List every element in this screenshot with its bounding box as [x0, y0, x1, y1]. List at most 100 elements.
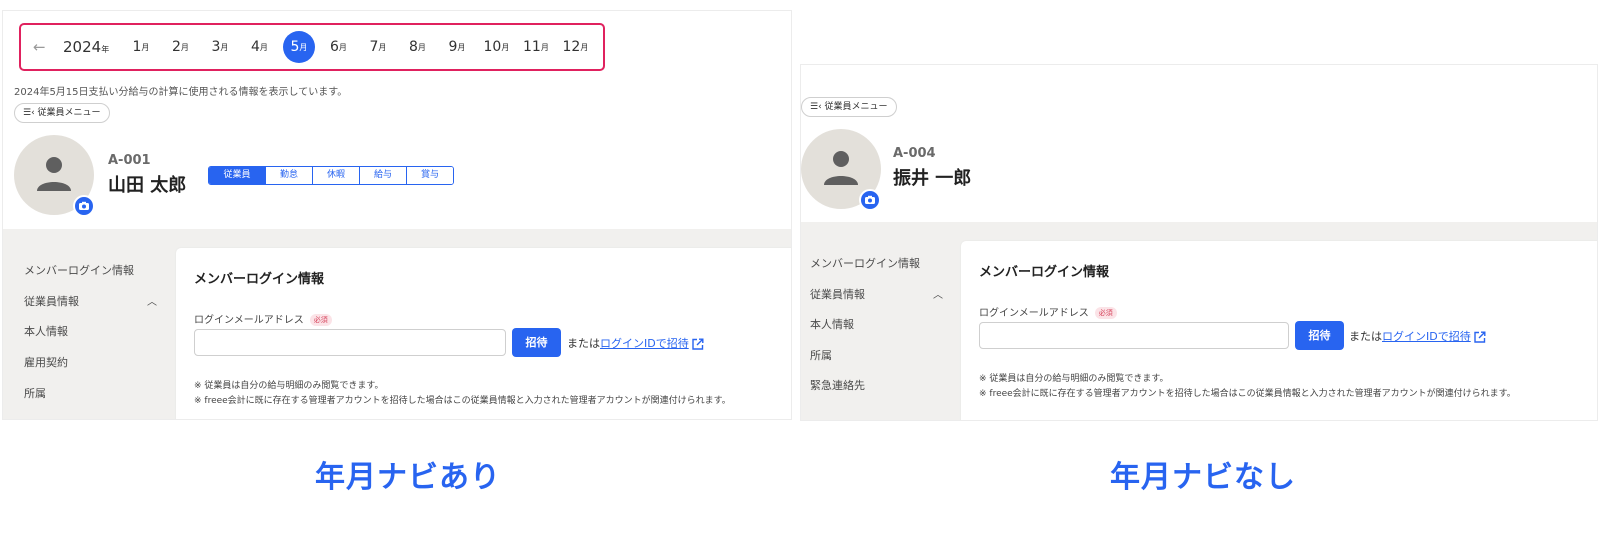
- nav-month-unit: 月: [141, 42, 150, 52]
- nav-month-unit: 月: [180, 42, 189, 52]
- year-month-nav: ← 2024年 1月 2月 3月 4月 5月 6月 7月 8月 9月 10 月 1…: [19, 23, 605, 71]
- tab-salary[interactable]: 給与: [359, 167, 406, 184]
- panel-with-year-month-nav: ← 2024年 1月 2月 3月 4月 5月 6月 7月 8月 9月 10 月 1…: [2, 10, 792, 420]
- email-label-text: ログインメールアドレス: [979, 308, 1089, 319]
- login-id-invite: またはログインIDで招待: [1349, 328, 1486, 344]
- nav-month-1[interactable]: 1月: [121, 31, 161, 63]
- sidebar-item-employee-info[interactable]: 従業員情報: [810, 286, 865, 302]
- email-input[interactable]: [979, 322, 1289, 349]
- tab-leave[interactable]: 休暇: [312, 167, 359, 184]
- employee-name: 山田 太郎: [108, 175, 187, 196]
- nav-month-unit: 月: [457, 42, 466, 52]
- login-id-invite-link[interactable]: ログインIDで招待: [1382, 330, 1471, 343]
- sidebar-item-employment-contract[interactable]: 雇用契約: [24, 354, 68, 370]
- email-label-text: ログインメールアドレス: [194, 315, 304, 326]
- nav-month-value: 12: [562, 39, 581, 55]
- nav-month-2[interactable]: 2月: [161, 31, 201, 63]
- nav-month-value: 5: [290, 39, 300, 55]
- sidebar-item-personal-info[interactable]: 本人情報: [24, 323, 68, 339]
- sidebar-item-department[interactable]: 所属: [810, 347, 832, 363]
- person-icon: [37, 157, 71, 191]
- field-label-email: ログインメールアドレス 必須: [194, 311, 332, 326]
- payroll-period-description: 2024年5月15日支払い分給与の計算に使用される情報を表示しています。: [14, 87, 348, 98]
- nav-month-value: 6: [329, 39, 339, 55]
- panel-without-year-month-nav: ☰‹ 従業員メニュー A-004 振井 一郎 メンバーログイン情報 従業員情報 …: [800, 64, 1598, 421]
- employee-menu-button[interactable]: ☰‹ 従業員メニュー: [14, 103, 110, 123]
- nav-year[interactable]: 2024年: [63, 38, 109, 56]
- nav-month-unit: 月: [299, 42, 308, 52]
- chevron-up-icon[interactable]: ︿: [147, 293, 157, 308]
- note-admin-link: ※ freee会計に既に存在する管理者アカウントを招待した場合はこの従業員情報と…: [194, 396, 731, 406]
- tab-attendance[interactable]: 勤怠: [265, 167, 312, 184]
- required-badge: 必須: [1094, 307, 1117, 319]
- nav-month-12[interactable]: 12 月: [556, 31, 596, 63]
- member-login-card: メンバーログイン情報 ログインメールアドレス 必須 招待 またはログインIDで招待…: [176, 248, 791, 419]
- employee-menu-button[interactable]: ☰‹ 従業員メニュー: [801, 97, 897, 117]
- chevron-up-icon[interactable]: ︿: [933, 286, 943, 301]
- nav-month-value: 10: [483, 39, 502, 55]
- sidebar-item-employee-info[interactable]: 従業員情報: [24, 293, 79, 309]
- sidebar-item-personal-info[interactable]: 本人情報: [810, 316, 854, 332]
- nav-month-unit: 月: [220, 42, 229, 52]
- nav-month-unit: 月: [259, 42, 268, 52]
- employee-name: 振井 一郎: [893, 168, 972, 189]
- nav-month-5-active[interactable]: 5月: [282, 31, 315, 63]
- login-id-invite: またはログインIDで招待: [567, 335, 704, 351]
- invite-button[interactable]: 招待: [1295, 321, 1344, 350]
- login-id-invite-link[interactable]: ログインIDで招待: [600, 337, 689, 350]
- nav-month-11[interactable]: 11 月: [516, 31, 556, 63]
- nav-month-7[interactable]: 7月: [358, 31, 398, 63]
- or-text: または: [567, 337, 600, 350]
- member-login-card: メンバーログイン情報 ログインメールアドレス 必須 招待 またはログインIDで招待…: [961, 241, 1597, 420]
- nav-month-value: 9: [448, 39, 458, 55]
- external-link-icon[interactable]: [1473, 331, 1486, 344]
- nav-month-unit: 月: [540, 42, 549, 52]
- nav-month-value: 4: [250, 39, 260, 55]
- camera-icon[interactable]: [73, 195, 95, 217]
- nav-month-unit: 月: [580, 42, 589, 52]
- caption-without-nav: 年月ナビなし: [1110, 460, 1296, 495]
- field-label-email: ログインメールアドレス 必須: [979, 304, 1117, 319]
- person-icon: [824, 151, 858, 185]
- nav-month-6[interactable]: 6月: [319, 31, 359, 63]
- camera-icon[interactable]: [859, 189, 881, 211]
- note-admin-link: ※ freee会計に既に存在する管理者アカウントを招待した場合はこの従業員情報と…: [979, 389, 1516, 399]
- nav-month-3[interactable]: 3月: [200, 31, 240, 63]
- nav-month-unit: 月: [417, 42, 426, 52]
- tab-bonus[interactable]: 賞与: [406, 167, 453, 184]
- nav-month-value: 1: [132, 39, 142, 55]
- nav-month-value: 7: [369, 39, 379, 55]
- note-payslip: ※ 従業員は自分の給与明細のみ閲覧できます。: [979, 374, 1169, 384]
- nav-month-unit: 月: [501, 42, 510, 52]
- card-title: メンバーログイン情報: [194, 272, 325, 287]
- tab-employee[interactable]: 従業員: [209, 167, 265, 184]
- nav-year-value: 2024: [63, 38, 102, 56]
- nav-month-value: 2: [171, 39, 181, 55]
- or-text: または: [1349, 330, 1382, 343]
- caption-with-nav: 年月ナビあり: [315, 460, 501, 495]
- nav-year-unit: 年: [101, 45, 110, 54]
- nav-month-4[interactable]: 4月: [240, 31, 280, 63]
- nav-month-unit: 月: [338, 42, 347, 52]
- note-payslip: ※ 従業員は自分の給与明細のみ閲覧できます。: [194, 381, 384, 391]
- nav-month-10[interactable]: 10 月: [477, 31, 517, 63]
- employee-code: A-001: [108, 153, 151, 168]
- employee-code: A-004: [893, 146, 936, 161]
- nav-month-unit: 月: [378, 42, 387, 52]
- card-title: メンバーログイン情報: [979, 265, 1110, 280]
- arrow-left-icon[interactable]: ←: [33, 38, 57, 56]
- nav-month-value: 3: [211, 39, 221, 55]
- nav-month-8[interactable]: 8月: [398, 31, 438, 63]
- email-input[interactable]: [194, 329, 506, 356]
- employee-tabs: 従業員 勤怠 休暇 給与 賞与: [208, 166, 454, 185]
- nav-month-9[interactable]: 9月: [437, 31, 477, 63]
- nav-month-value: 8: [408, 39, 418, 55]
- sidebar-item-member-login[interactable]: メンバーログイン情報: [24, 262, 134, 278]
- invite-button[interactable]: 招待: [512, 328, 561, 357]
- sidebar-item-emergency-contact[interactable]: 緊急連絡先: [810, 377, 865, 393]
- sidebar-item-member-login[interactable]: メンバーログイン情報: [810, 255, 920, 271]
- sidebar-item-department[interactable]: 所属: [24, 385, 46, 401]
- required-badge: 必須: [309, 314, 332, 326]
- nav-month-value: 11: [523, 39, 541, 55]
- external-link-icon[interactable]: [691, 338, 704, 351]
